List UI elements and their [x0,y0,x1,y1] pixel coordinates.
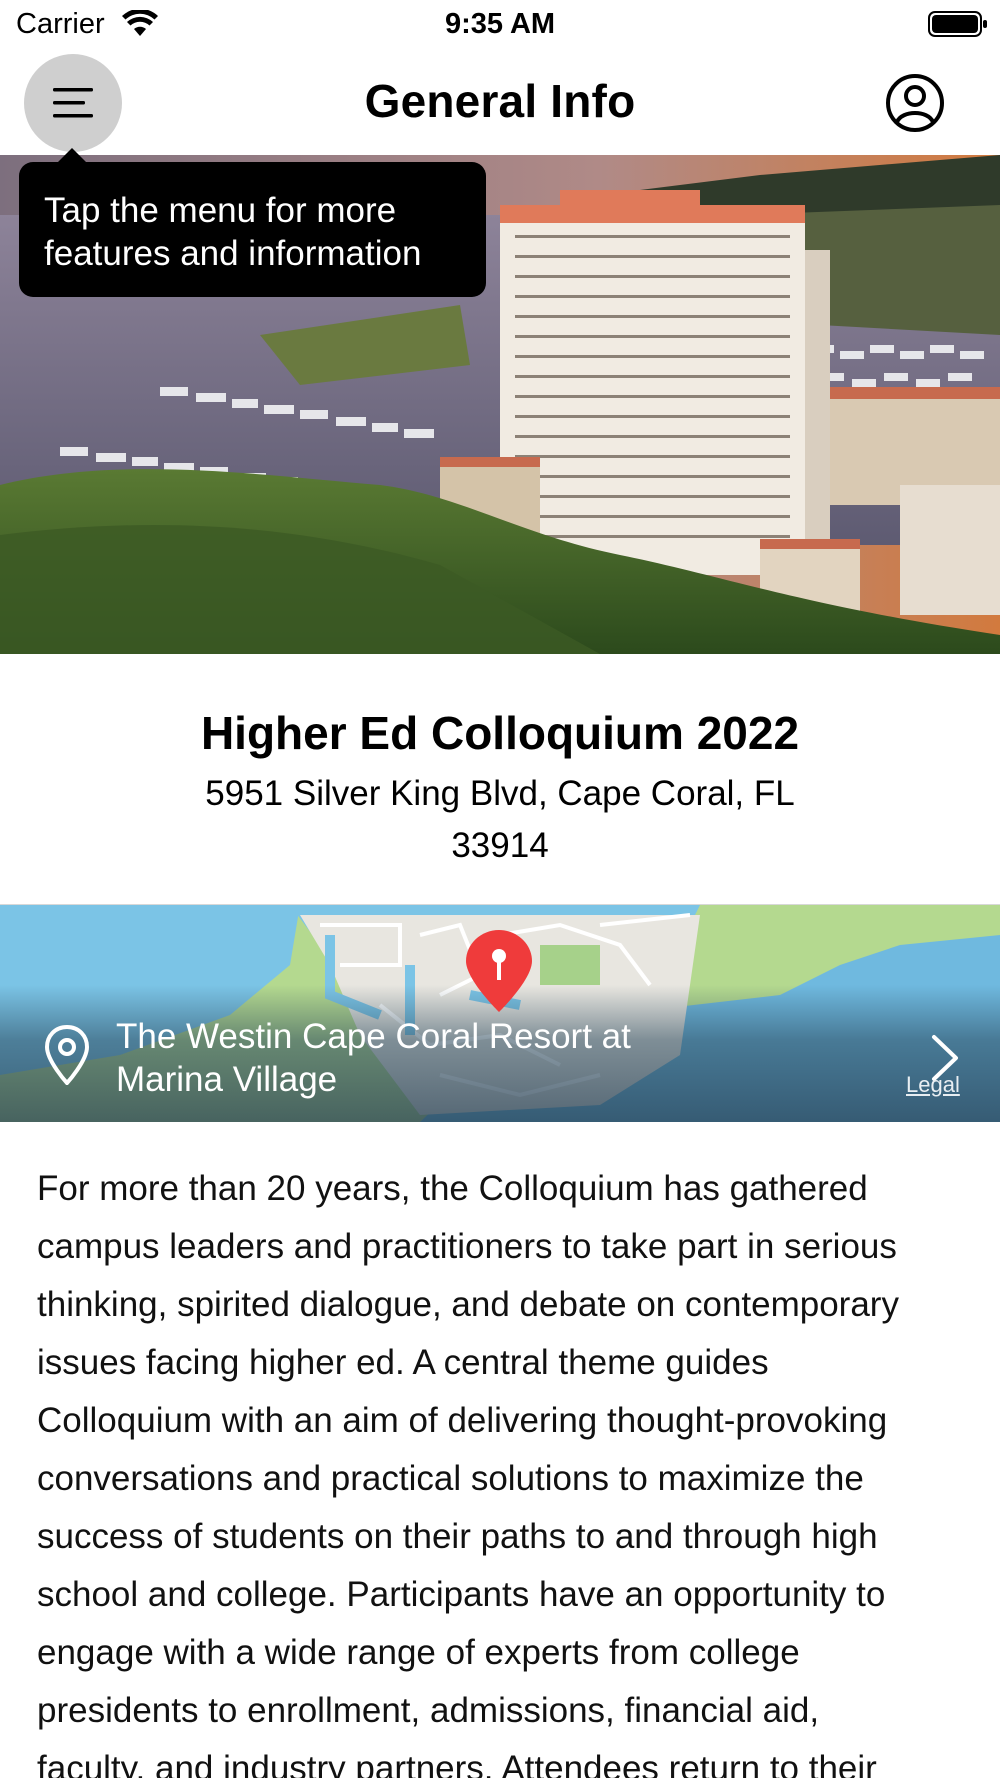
nav-bar: General Info [0,50,1000,155]
address-line-1: 5951 Silver King Blvd, Cape Coral, FL [205,774,795,813]
description-line: conversations and practical solutions to… [37,1459,864,1498]
user-circle-icon[interactable] [884,72,946,134]
tooltip-line-2: features and information [44,234,422,273]
page-title: General Info [364,75,636,127]
venue-name-line-1: The Westin Cape Coral Resort at [116,1017,631,1056]
battery-icon [928,11,987,37]
description-line: issues facing higher ed. A central theme… [37,1343,769,1382]
description-line: Colloquium with an aim of delivering tho… [37,1401,888,1440]
event-address: 5951 Silver King Blvd, Cape Coral, FL 33… [160,768,840,872]
legal-link[interactable]: Legal [906,1072,960,1098]
event-info: Higher Ed Colloquium 2022 5951 Silver Ki… [0,654,1000,905]
description-line: campus leaders and practitioners to take… [37,1227,897,1266]
description-line: For more than 20 years, the Colloquium h… [37,1169,868,1208]
venue-name: The Westin Cape Coral Resort at Marina V… [116,1015,736,1101]
status-bar: Carrier 9:35 AM [0,0,1000,50]
address-line-2: 33914 [451,826,549,865]
event-title: Higher Ed Colloquium 2022 [200,707,800,759]
venue-name-line-2: Marina Village [116,1060,338,1099]
description-line: school and college. Participants have an… [37,1575,886,1614]
map-marker-icon[interactable] [464,928,534,1014]
description-line: success of students on their paths to an… [37,1517,878,1556]
location-pin-icon [44,1025,90,1085]
menu-tooltip[interactable]: Tap the menu for more features and infor… [19,162,486,297]
clock: 9:35 AM [444,8,556,40]
description-line: presidents to enrollment, admissions, fi… [37,1691,820,1730]
description-line: thinking, spirited dialogue, and debate … [37,1285,899,1324]
event-description: For more than 20 years, the Colloquium h… [37,1160,977,1778]
description-line: faculty, and industry partners. Attendee… [37,1749,877,1778]
tooltip-line-1: Tap the menu for more [44,191,397,230]
description-line: engage with a wide range of experts from… [37,1633,800,1672]
